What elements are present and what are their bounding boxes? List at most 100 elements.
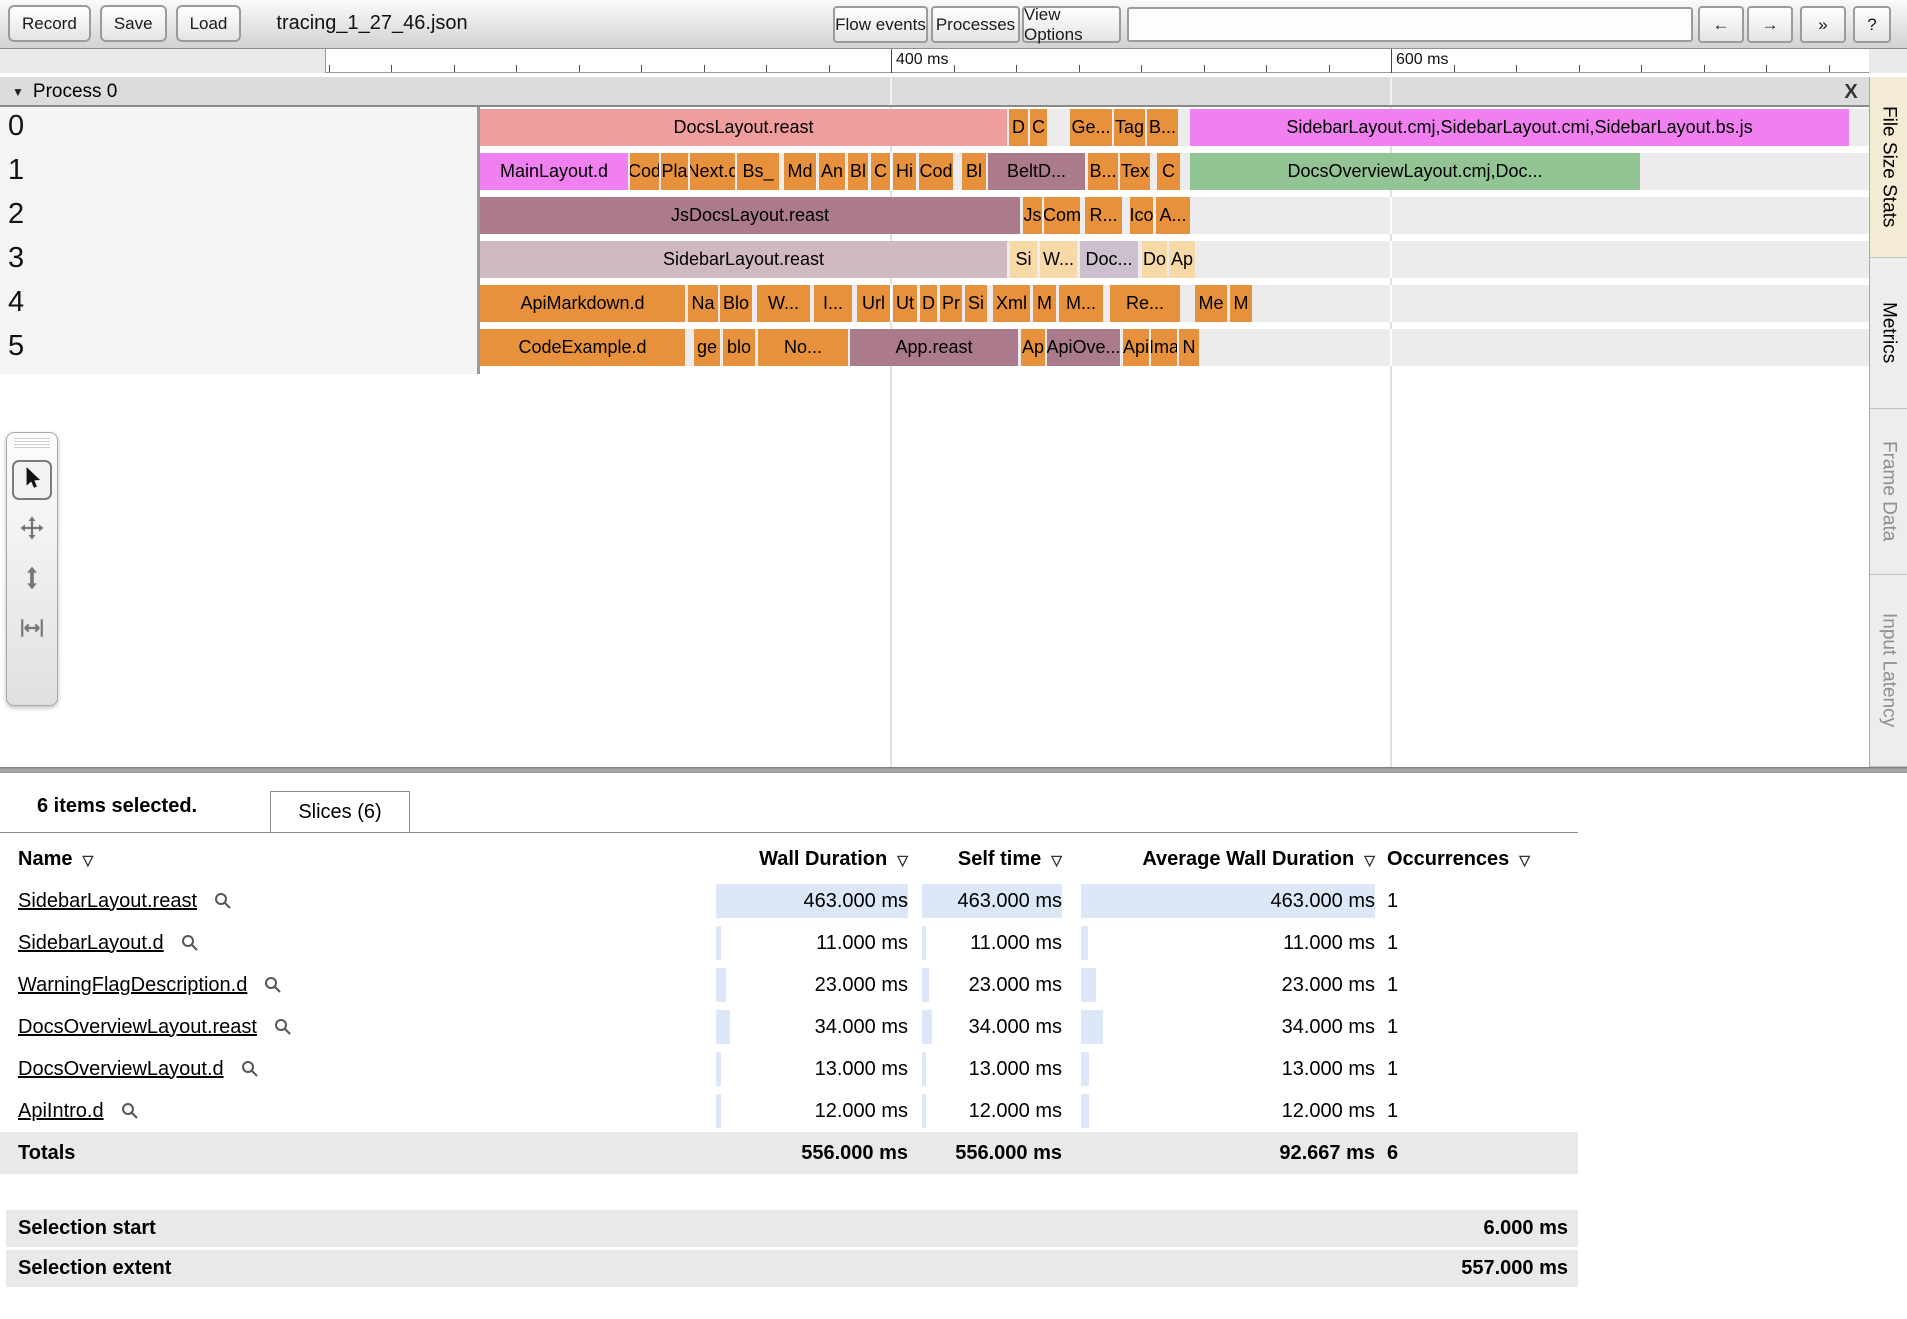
column-header-name[interactable]: Name ▽ [18, 843, 318, 875]
trace-slice[interactable]: DocsLayout.reast [480, 109, 1007, 146]
trace-slice[interactable]: Bl [962, 153, 986, 190]
trace-slice[interactable]: ge [694, 329, 720, 366]
process-close-button[interactable]: X [1838, 79, 1864, 105]
trace-slice[interactable]: Do [1142, 241, 1167, 278]
collapse-triangle-icon[interactable]: ▼ [12, 85, 24, 99]
help-button[interactable]: ? [1853, 6, 1891, 43]
trace-slice[interactable]: Api [1123, 329, 1149, 366]
zoom-mode-button[interactable] [12, 560, 52, 600]
trace-slice[interactable]: Url [857, 285, 890, 322]
trace-slice[interactable]: Si [965, 285, 987, 322]
trace-slice[interactable]: Ap [1021, 329, 1045, 366]
trace-slice[interactable]: I... [814, 285, 852, 322]
trace-slice[interactable]: No... [758, 329, 848, 366]
select-mode-button[interactable] [12, 460, 52, 500]
slice-name-link[interactable]: SidebarLayout.d [18, 932, 164, 955]
side-tab-file-size-stats[interactable]: File Size Stats [1870, 77, 1907, 258]
trace-slice[interactable]: D [920, 285, 937, 322]
side-tab-metrics[interactable]: Metrics [1870, 258, 1907, 409]
trace-slice[interactable]: Cod [630, 153, 659, 190]
trace-slice[interactable]: SidebarLayout.cmj,SidebarLayout.cmi,Side… [1190, 109, 1849, 146]
trace-slice[interactable]: C [871, 153, 890, 190]
magnifier-icon[interactable] [273, 1017, 293, 1037]
trace-slice[interactable]: Hi [893, 153, 916, 190]
slice-name-link[interactable]: SidebarLayout.reast [18, 890, 197, 913]
find-next-button[interactable]: → [1747, 6, 1793, 43]
trace-slice[interactable]: C [1157, 153, 1180, 190]
trace-slice[interactable]: Tag [1114, 109, 1145, 146]
process-title[interactable]: ▼ Process 0 [12, 81, 117, 103]
slice-name-link[interactable]: WarningFlagDescription.d [18, 974, 247, 997]
trace-slice[interactable]: C [1030, 109, 1047, 146]
trace-slice[interactable]: Blo [720, 285, 752, 322]
trace-slice[interactable]: Ap [1169, 241, 1195, 278]
trace-slice[interactable]: Js [1023, 197, 1042, 234]
slice-name-link[interactable]: DocsOverviewLayout.d [18, 1058, 224, 1081]
trace-slice[interactable]: An [819, 153, 845, 190]
trace-slice[interactable]: DocsOverviewLayout.cmj,Doc... [1190, 153, 1640, 190]
trace-slice[interactable]: Pr [940, 285, 962, 322]
trace-slice[interactable]: Bl [848, 153, 868, 190]
magnifier-icon[interactable] [213, 891, 233, 911]
trace-slice[interactable]: BeltD... [988, 153, 1085, 190]
column-header-average-wall-duration[interactable]: Average Wall Duration ▽ [955, 843, 1375, 875]
trace-slice[interactable]: D [1009, 109, 1028, 146]
trace-slice[interactable]: A... [1156, 197, 1190, 234]
trace-slice[interactable]: Ut [893, 285, 917, 322]
save-button[interactable]: Save [99, 5, 167, 42]
trace-slice[interactable]: Pla [661, 153, 688, 190]
jump-button[interactable]: » [1800, 6, 1846, 43]
trace-slice[interactable]: Com [1044, 197, 1080, 234]
trace-slice[interactable]: Na [688, 285, 718, 322]
pan-mode-button[interactable] [12, 510, 52, 550]
trace-slice[interactable]: Xml [993, 285, 1030, 322]
trace-slice[interactable]: Tex [1120, 153, 1150, 190]
timing-mode-button[interactable] [12, 610, 52, 650]
trace-slice[interactable]: Si [1010, 241, 1037, 278]
slice-name-link[interactable]: ApiIntro.d [18, 1100, 104, 1123]
trace-slice[interactable]: Bs_ [737, 153, 779, 190]
load-button[interactable]: Load [175, 5, 242, 42]
tab-slices[interactable]: Slices (6) [270, 791, 410, 833]
trace-slice[interactable]: Cod [919, 153, 953, 190]
palette-drag-handle[interactable] [14, 438, 50, 450]
magnifier-icon[interactable] [240, 1059, 260, 1079]
trace-slice[interactable]: B... [1088, 153, 1118, 190]
trace-slice[interactable]: ApiOve... [1047, 329, 1120, 366]
trace-slice[interactable]: B... [1147, 109, 1178, 146]
trace-slice[interactable]: ApiMarkdown.d [480, 285, 685, 322]
record-button[interactable]: Record [8, 5, 91, 42]
trace-slice[interactable]: MainLayout.d [480, 153, 628, 190]
trace-slice[interactable]: Ima [1151, 329, 1177, 366]
magnifier-icon[interactable] [180, 933, 200, 953]
side-tab-frame-data[interactable]: Frame Data [1870, 409, 1907, 575]
trace-slice[interactable]: Doc... [1080, 241, 1138, 278]
trace-slice[interactable]: Ge... [1070, 109, 1112, 146]
side-tab-input-latency[interactable]: Input Latency [1870, 575, 1907, 767]
trace-slice[interactable]: blo [723, 329, 755, 366]
trace-slice[interactable]: CodeExample.d [480, 329, 685, 366]
trace-slice[interactable]: SidebarLayout.reast [480, 241, 1007, 278]
view-options-button[interactable]: View Options [1022, 5, 1121, 44]
trace-slice[interactable]: App.reast [850, 329, 1018, 366]
trace-slice[interactable]: M... [1059, 285, 1103, 322]
trace-slice[interactable]: Re... [1110, 285, 1180, 322]
magnifier-icon[interactable] [120, 1101, 140, 1121]
flow-events-button[interactable]: Flow events [833, 6, 928, 43]
trace-slice[interactable]: M [1230, 285, 1252, 322]
trace-slice[interactable]: Me [1195, 285, 1227, 322]
trace-slice[interactable]: Ico [1130, 197, 1153, 234]
find-previous-button[interactable]: ← [1698, 6, 1744, 43]
trace-slice[interactable]: W... [1040, 241, 1077, 278]
trace-slice[interactable]: W... [757, 285, 810, 322]
slice-name-link[interactable]: DocsOverviewLayout.reast [18, 1016, 257, 1039]
column-header-occurrences[interactable]: Occurrences ▽ [1387, 843, 1687, 875]
trace-slice[interactable]: N [1179, 329, 1199, 366]
magnifier-icon[interactable] [263, 975, 283, 995]
trace-slice[interactable]: R... [1085, 197, 1122, 234]
trace-slice[interactable]: JsDocsLayout.reast [480, 197, 1020, 234]
processes-button[interactable]: Processes [931, 6, 1020, 43]
search-input[interactable] [1127, 7, 1693, 42]
trace-slice[interactable]: Md [784, 153, 816, 190]
trace-slice[interactable]: M [1033, 285, 1056, 322]
